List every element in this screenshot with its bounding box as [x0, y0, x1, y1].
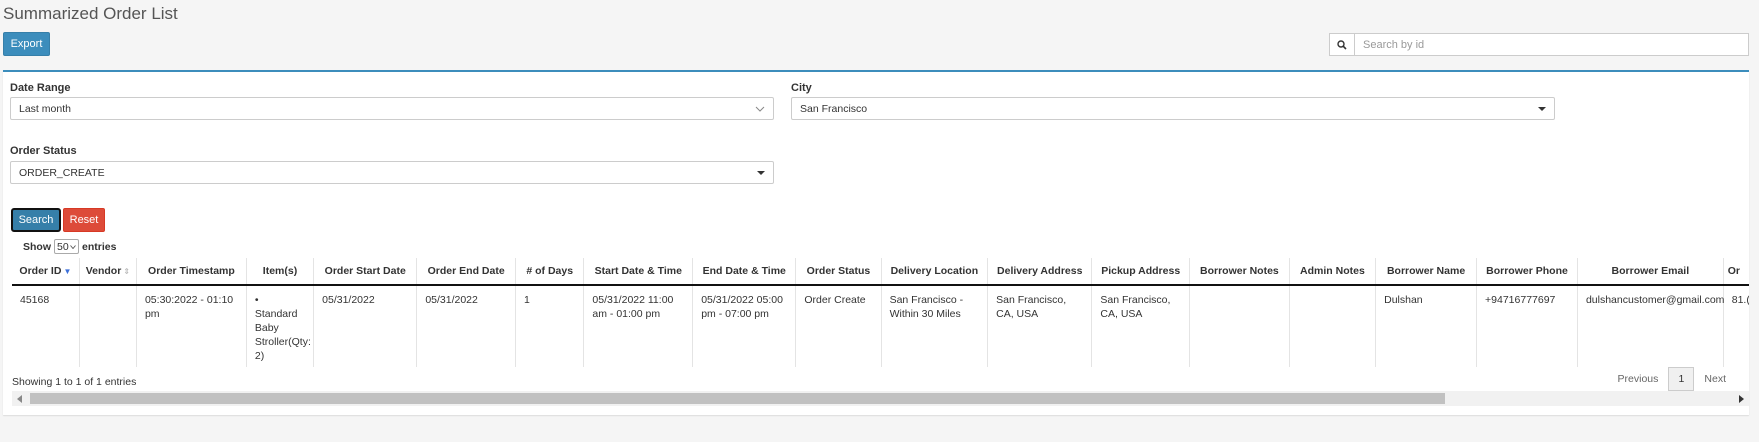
col-header-start-datetime: Start Date & Time: [583, 258, 694, 286]
cell-borrower-name: Dulshan: [1375, 285, 1478, 367]
orders-table-scroll: Order ID ▼ Vendor ⇕ Order Timestamp Item(s…: [12, 258, 1749, 367]
col-header-order-id[interactable]: Order ID ▼: [12, 258, 80, 286]
cell-borrower-notes: [1189, 285, 1290, 367]
col-header-items: Item(s): [246, 258, 315, 286]
col-header-admin-notes: Admin Notes: [1289, 258, 1377, 286]
cell-or: 81.(: [1723, 285, 1749, 367]
pagination: Previous 1 Next: [1608, 367, 1736, 391]
date-range-value: Last month: [19, 102, 71, 115]
cell-order-timestamp: 05:30:2022 - 01:10 pm: [136, 285, 247, 367]
col-header-borrower-notes: Borrower Notes: [1189, 258, 1290, 286]
cell-items: • Standard Baby Stroller(Qty: 2): [246, 285, 315, 367]
table-info: Showing 1 to 1 of 1 entries: [12, 376, 137, 388]
col-header-order-timestamp: Order Timestamp: [136, 258, 247, 286]
cell-borrower-email: dulshancustomer@gmail.com: [1577, 285, 1724, 367]
table-length-control: Show 50 entries: [23, 239, 116, 254]
sort-desc-icon: ▼: [63, 267, 72, 276]
horizontal-scrollbar[interactable]: [12, 391, 1749, 406]
col-header-delivery-address: Delivery Address: [987, 258, 1093, 286]
previous-page-button[interactable]: Previous: [1608, 373, 1669, 385]
col-header-end-datetime: End Date & Time: [692, 258, 797, 286]
cell-delivery-address: San Francisco, CA, USA: [987, 285, 1093, 367]
col-header-borrower-name: Borrower Name: [1375, 258, 1478, 286]
col-header-or: Or: [1723, 258, 1749, 286]
cell-vendor: [79, 285, 137, 367]
col-header-borrower-phone: Borrower Phone: [1476, 258, 1578, 286]
table-header-row: Order ID ▼ Vendor ⇕ Order Timestamp Item(s…: [12, 258, 1749, 286]
caret-down-icon: [1538, 106, 1546, 111]
search-input[interactable]: [1354, 33, 1749, 56]
chevron-down-icon: [755, 106, 765, 112]
export-button[interactable]: Export: [3, 32, 50, 56]
city-value: San Francisco: [800, 102, 868, 115]
table-row: 45168 05:30:2022 - 01:10 pm • Standard B…: [12, 285, 1749, 367]
cell-order-end-date: 05/31/2022: [416, 285, 516, 367]
col-header-order-status: Order Status: [795, 258, 882, 286]
scroll-right-arrow[interactable]: [1734, 391, 1749, 406]
cell-end-datetime: 05/31/2022 05:00 pm - 07:00 pm: [692, 285, 797, 367]
sort-icon: ⇕: [123, 267, 131, 276]
cell-order-status: Order Create: [795, 285, 882, 367]
next-page-button[interactable]: Next: [1694, 373, 1736, 385]
search-icon[interactable]: [1329, 33, 1354, 56]
entries-per-page-value: 50: [57, 240, 69, 253]
page-1-button[interactable]: 1: [1668, 367, 1695, 391]
cell-start-datetime: 05/31/2022 11:00 am - 01:00 pm: [583, 285, 694, 367]
scrollbar-thumb[interactable]: [30, 393, 1445, 404]
cell-pickup-address: San Francisco, CA, USA: [1091, 285, 1190, 367]
cell-borrower-phone: +94716777697: [1476, 285, 1578, 367]
col-header-delivery-location: Delivery Location: [881, 258, 989, 286]
order-status-value: ORDER_CREATE: [19, 166, 105, 179]
cell-order-id: 45168: [12, 285, 80, 367]
order-status-label: Order Status: [10, 145, 77, 157]
col-header-pickup-address: Pickup Address: [1091, 258, 1190, 286]
chevron-down-icon: [70, 244, 76, 249]
show-label: Show: [23, 240, 51, 253]
entries-label: entries: [82, 240, 117, 253]
cell-order-start-date: 05/31/2022: [313, 285, 418, 367]
item-name: Standard Baby Stroller(Qty: 2): [254, 308, 311, 362]
col-header-days: # of Days: [515, 258, 585, 286]
search-button[interactable]: Search: [11, 208, 61, 232]
city-label: City: [791, 82, 812, 94]
col-header-order-start-date: Order Start Date: [313, 258, 418, 286]
cell-admin-notes: [1289, 285, 1377, 367]
col-header-borrower-email: Borrower Email: [1577, 258, 1724, 286]
caret-down-icon: [757, 170, 765, 175]
order-list-panel: Date Range Last month City San Francisco…: [3, 70, 1749, 415]
cell-delivery-location: San Francisco - Within 30 Miles: [881, 285, 989, 367]
bullet: •: [254, 294, 259, 306]
col-header-vendor[interactable]: Vendor ⇕: [79, 258, 137, 286]
cell-days: 1: [515, 285, 585, 367]
page-title: Summarized Order List: [3, 4, 178, 23]
date-range-select[interactable]: Last month: [10, 97, 774, 120]
order-status-select[interactable]: ORDER_CREATE: [10, 161, 774, 184]
city-select[interactable]: San Francisco: [791, 97, 1555, 120]
orders-table: Order ID ▼ Vendor ⇕ Order Timestamp Item(s…: [12, 258, 1749, 367]
col-header-order-end-date: Order End Date: [416, 258, 516, 286]
scroll-left-arrow[interactable]: [12, 391, 27, 406]
reset-button[interactable]: Reset: [63, 208, 105, 232]
entries-per-page-select[interactable]: 50: [54, 239, 79, 254]
date-range-label: Date Range: [10, 82, 71, 94]
search-by-id: [1329, 33, 1749, 56]
